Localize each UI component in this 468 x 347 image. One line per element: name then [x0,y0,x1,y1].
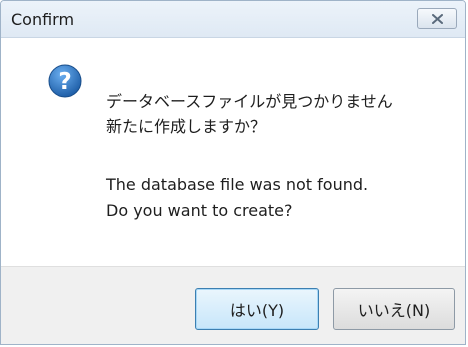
message-ja-line2: 新たに作成しますか？ [106,117,267,136]
close-button[interactable] [417,8,457,29]
svg-text:?: ? [58,69,71,95]
yes-button[interactable]: はい(Y) [195,288,319,330]
close-icon [432,14,443,24]
message-ja-line1: データベースファイルが見つかりません [106,92,393,111]
confirm-dialog: Confirm ? データベースファイルが見つかりません 新たに作成しますか？ … [0,0,466,345]
window-title: Confirm [11,10,75,29]
message-en-line2: Do you want to create? [106,201,293,220]
no-button[interactable]: いいえ(N) [333,288,455,330]
question-icon: ? [48,64,82,98]
message-en-line1: The database file was not found. [106,175,369,194]
title-bar[interactable]: Confirm [1,1,465,38]
